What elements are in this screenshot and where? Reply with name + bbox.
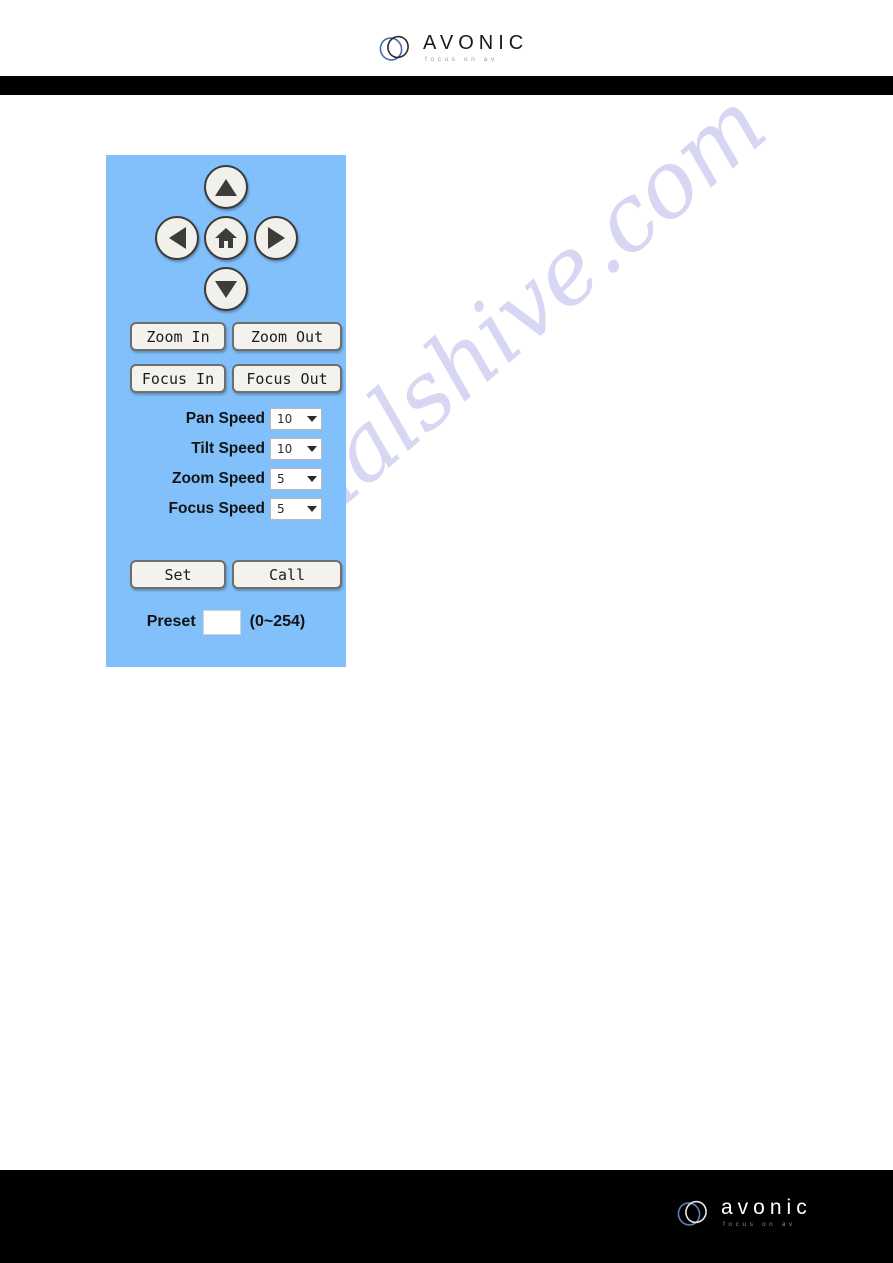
triangle-down-icon [215,280,237,298]
speed-settings: Pan Speed 10 Tilt Speed 10 Zoom Speed 5 … [106,404,346,524]
zoom-speed-label: Zoom Speed [171,470,265,487]
pan-tilt-up-button[interactable] [204,165,248,209]
direction-pad [106,155,346,318]
footer-logo-tagline: focus on av [723,1221,796,1228]
call-preset-button[interactable]: Call [232,560,342,589]
home-icon [215,228,237,248]
preset-label: Preset [146,613,196,630]
header-logo: AVONIC focus on av [378,33,528,64]
focus-out-button[interactable]: Focus Out [232,364,342,393]
triangle-right-icon [267,227,285,249]
ptz-control-panel: Zoom In Zoom Out Focus In Focus Out Pan … [106,155,346,667]
pan-tilt-left-button[interactable] [155,216,199,260]
preset-input[interactable] [202,609,241,635]
chevron-down-icon [307,416,317,422]
zoom-speed-value: 5 [277,472,285,486]
pan-speed-row: Pan Speed 10 [106,404,346,434]
chevron-down-icon [307,476,317,482]
page-header: AVONIC focus on av [0,0,893,76]
focus-speed-label: Focus Speed [168,500,265,517]
footer-logo-name: avonic [721,1196,812,1219]
header-black-rule [0,76,893,95]
chevron-down-icon [307,506,317,512]
header-logo-tagline: focus on av [425,56,498,63]
triangle-up-icon [215,178,237,196]
page-footer: avonic focus on av [0,1170,893,1263]
zoom-in-button[interactable]: Zoom In [130,322,226,351]
focus-speed-value: 5 [277,502,285,516]
footer-logo: avonic focus on av [676,1197,812,1229]
preset-range-hint: (0~254) [249,613,306,630]
pan-speed-value: 10 [277,412,293,426]
zoom-speed-row: Zoom Speed 5 [106,464,346,494]
pan-tilt-down-button[interactable] [204,267,248,311]
focus-in-button[interactable]: Focus In [130,364,226,393]
tilt-speed-select[interactable]: 10 [270,438,322,460]
header-logo-name: AVONIC [423,32,529,54]
tilt-speed-label: Tilt Speed [191,440,265,457]
tilt-speed-value: 10 [277,442,293,456]
pan-speed-label: Pan Speed [185,410,265,427]
zoom-out-button[interactable]: Zoom Out [232,322,342,351]
footer-logo-wordmark: avonic focus on av [721,1197,812,1229]
pan-tilt-home-button[interactable] [204,216,248,260]
avonic-rings-icon [378,33,411,63]
chevron-down-icon [307,446,317,452]
triangle-left-icon [168,227,186,249]
focus-speed-select[interactable]: 5 [270,498,322,520]
header-logo-wordmark: AVONIC focus on av [423,33,528,64]
preset-row: Preset (0~254) [106,607,346,637]
set-preset-button[interactable]: Set [130,560,226,589]
pan-tilt-right-button[interactable] [254,216,298,260]
tilt-speed-row: Tilt Speed 10 [106,434,346,464]
avonic-rings-icon [676,1198,709,1228]
pan-speed-select[interactable]: 10 [270,408,322,430]
focus-speed-row: Focus Speed 5 [106,494,346,524]
zoom-speed-select[interactable]: 5 [270,468,322,490]
